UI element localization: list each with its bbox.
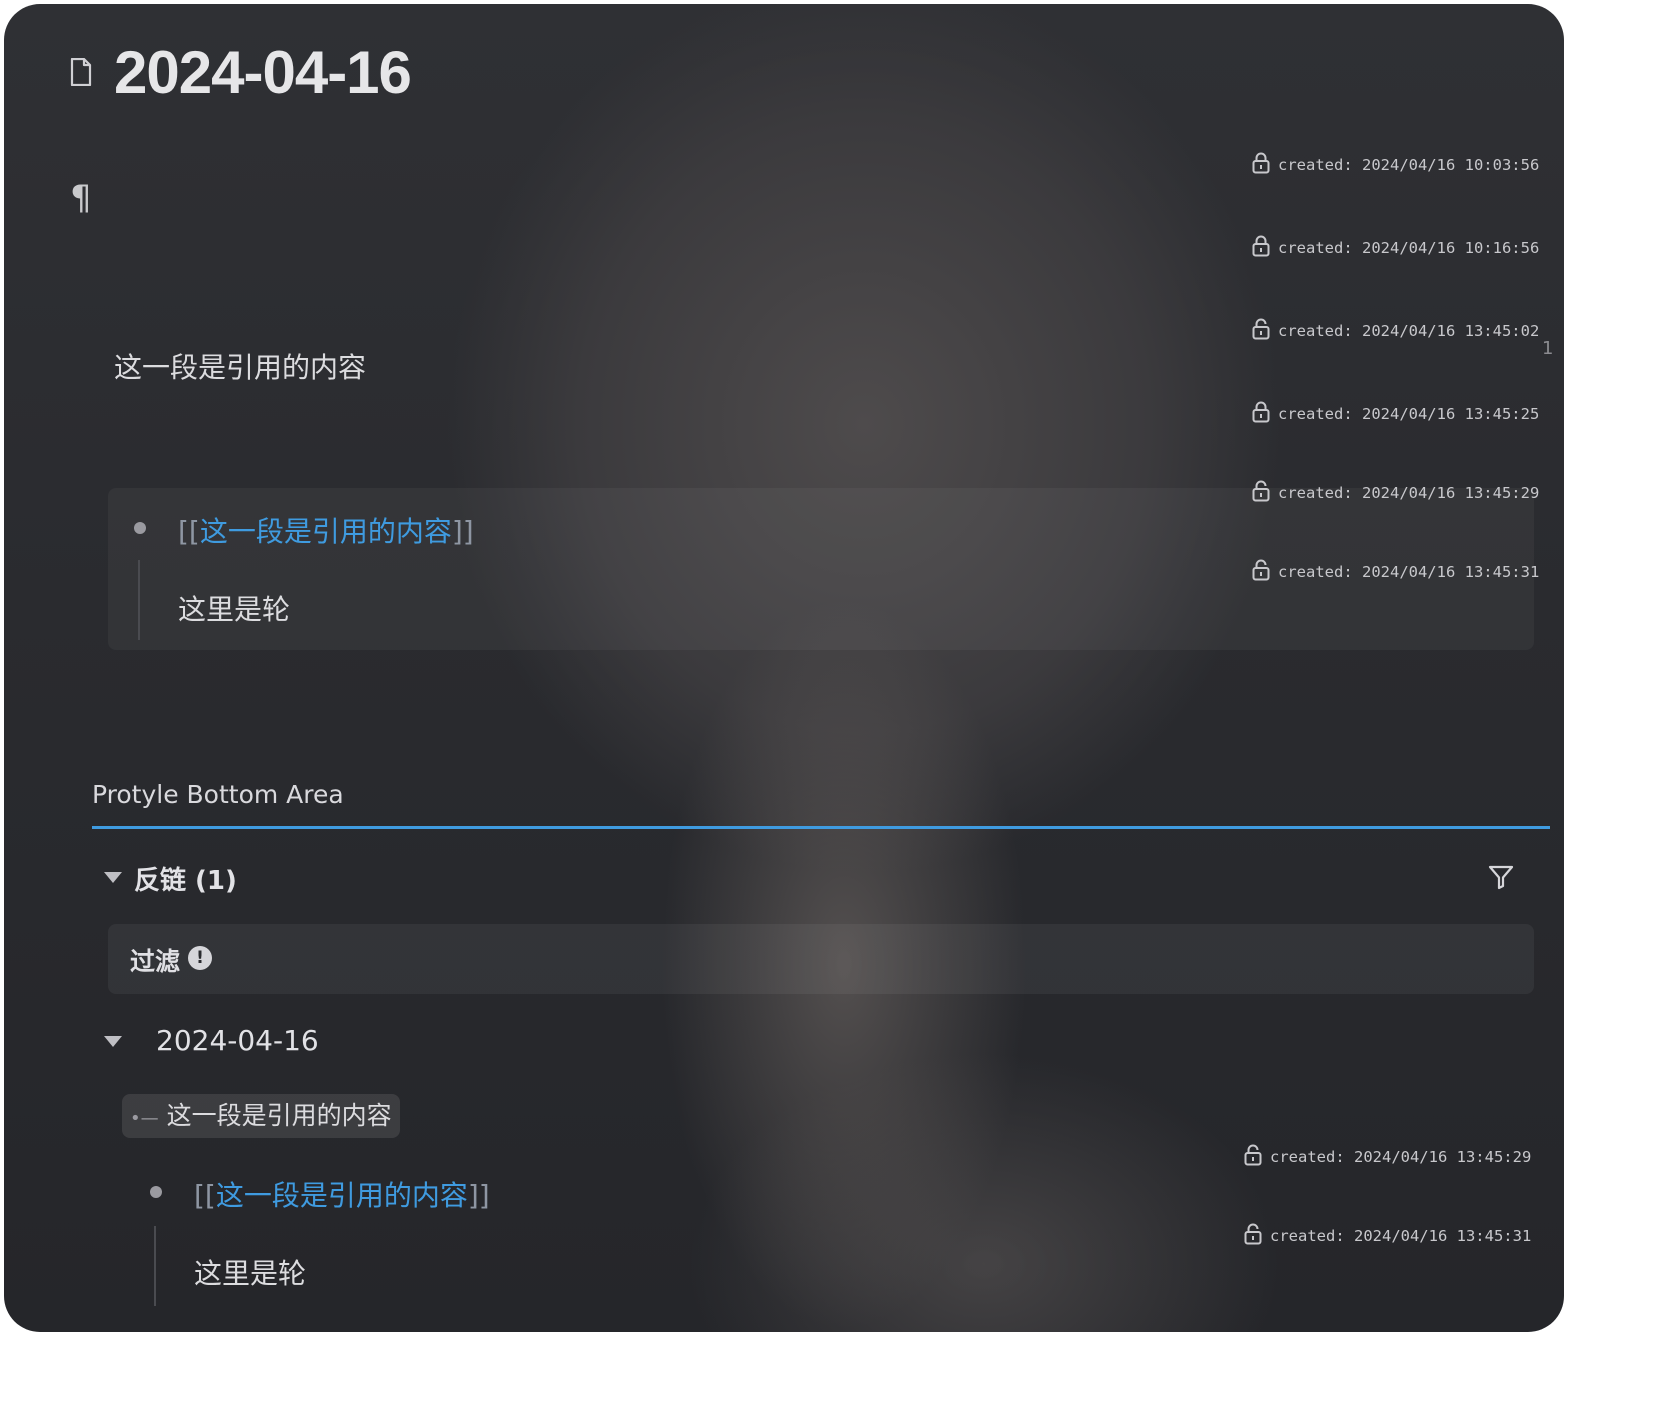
backlink-group-title[interactable]: 2024-04-16 <box>156 1024 319 1057</box>
backlinks-filter-bar[interactable] <box>108 924 1534 994</box>
block-reference-link[interactable]: [[这一段是引用的内容]] <box>194 1174 490 1214</box>
document-title[interactable]: 2024-04-16 <box>114 38 412 107</box>
list-indent-guide <box>154 1226 156 1306</box>
info-icon[interactable]: ! <box>188 946 212 970</box>
block-created-meta: created: 2024/04/16 10:03:56 <box>1252 152 1539 174</box>
scroll-indicator[interactable]: 1 <box>1542 338 1553 359</box>
meta-text: created: 2024/04/16 13:45:29 <box>1278 484 1540 502</box>
block-created-meta: created: 2024/04/16 13:45:29 <box>1244 1144 1531 1166</box>
block-created-meta: created: 2024/04/16 13:45:25 <box>1252 401 1539 423</box>
list-child-paragraph[interactable]: 这里是轮 <box>194 1252 306 1292</box>
document-icon[interactable] <box>70 58 92 86</box>
lock-closed-icon <box>1252 152 1270 174</box>
backlinks-title[interactable]: 反链 (1) <box>134 860 237 897</box>
list-child-paragraph[interactable]: 这里是轮 <box>178 588 290 628</box>
paragraph-icon[interactable]: ¶ <box>70 178 92 218</box>
meta-text: created: 2024/04/16 13:45:02 <box>1278 322 1540 340</box>
list-indent-guide <box>138 560 140 640</box>
bottom-area-divider <box>92 826 1550 829</box>
lock-closed-icon <box>1252 235 1270 257</box>
lock-closed-icon <box>1252 401 1270 423</box>
block-reference-link[interactable]: [[这一段是引用的内容]] <box>178 510 474 550</box>
lock-open-icon <box>1252 480 1270 502</box>
meta-text: created: 2024/04/16 13:45:25 <box>1278 405 1540 423</box>
group-collapse-caret-icon[interactable] <box>104 1036 122 1047</box>
meta-text: created: 2024/04/16 13:45:31 <box>1270 1227 1532 1245</box>
backlink-breadcrumb[interactable]: •— 这一段是引用的内容 <box>122 1094 400 1138</box>
ref-close-brackets: ]] <box>451 515 474 548</box>
editor-window: 2024-04-16 ¶ 这一段是引用的内容 [[这一段是引用的内容]] 这里是… <box>4 4 1564 1332</box>
block-created-meta: created: 2024/04/16 13:45:02 <box>1252 318 1539 340</box>
lock-open-icon <box>1252 559 1270 581</box>
breadcrumb-text: 这一段是引用的内容 <box>166 1101 392 1130</box>
block-created-meta: created: 2024/04/16 13:45:31 <box>1244 1223 1531 1245</box>
meta-text: created: 2024/04/16 10:03:56 <box>1278 156 1540 174</box>
ref-text: 这一段是引用的内容 <box>215 1179 468 1212</box>
list-bullet[interactable] <box>134 522 146 534</box>
block-created-meta: created: 2024/04/16 13:45:29 <box>1252 480 1539 502</box>
meta-text: created: 2024/04/16 13:45:31 <box>1278 563 1540 581</box>
block-created-meta: created: 2024/04/16 10:16:56 <box>1252 235 1539 257</box>
block-created-meta: created: 2024/04/16 13:45:31 <box>1252 559 1539 581</box>
ref-text: 这一段是引用的内容 <box>199 515 452 548</box>
meta-text: created: 2024/04/16 13:45:29 <box>1270 1148 1532 1166</box>
ref-close-brackets: ]] <box>467 1179 490 1212</box>
bottom-area-title: Protyle Bottom Area <box>92 780 344 809</box>
filter-label: 过滤 <box>130 947 181 976</box>
list-bullet[interactable] <box>150 1186 162 1198</box>
lock-open-icon <box>1244 1144 1262 1166</box>
lock-open-icon <box>1244 1223 1262 1245</box>
backlinks-collapse-caret-icon[interactable] <box>104 872 122 883</box>
filter-icon[interactable] <box>1488 864 1514 890</box>
ref-open-brackets: [[ <box>194 1179 216 1212</box>
meta-text: created: 2024/04/16 10:16:56 <box>1278 239 1540 257</box>
paragraph-block[interactable]: 这一段是引用的内容 <box>114 346 366 386</box>
lock-open-icon <box>1252 318 1270 340</box>
breadcrumb-marker: •— <box>130 1108 159 1129</box>
ref-open-brackets: [[ <box>178 515 200 548</box>
